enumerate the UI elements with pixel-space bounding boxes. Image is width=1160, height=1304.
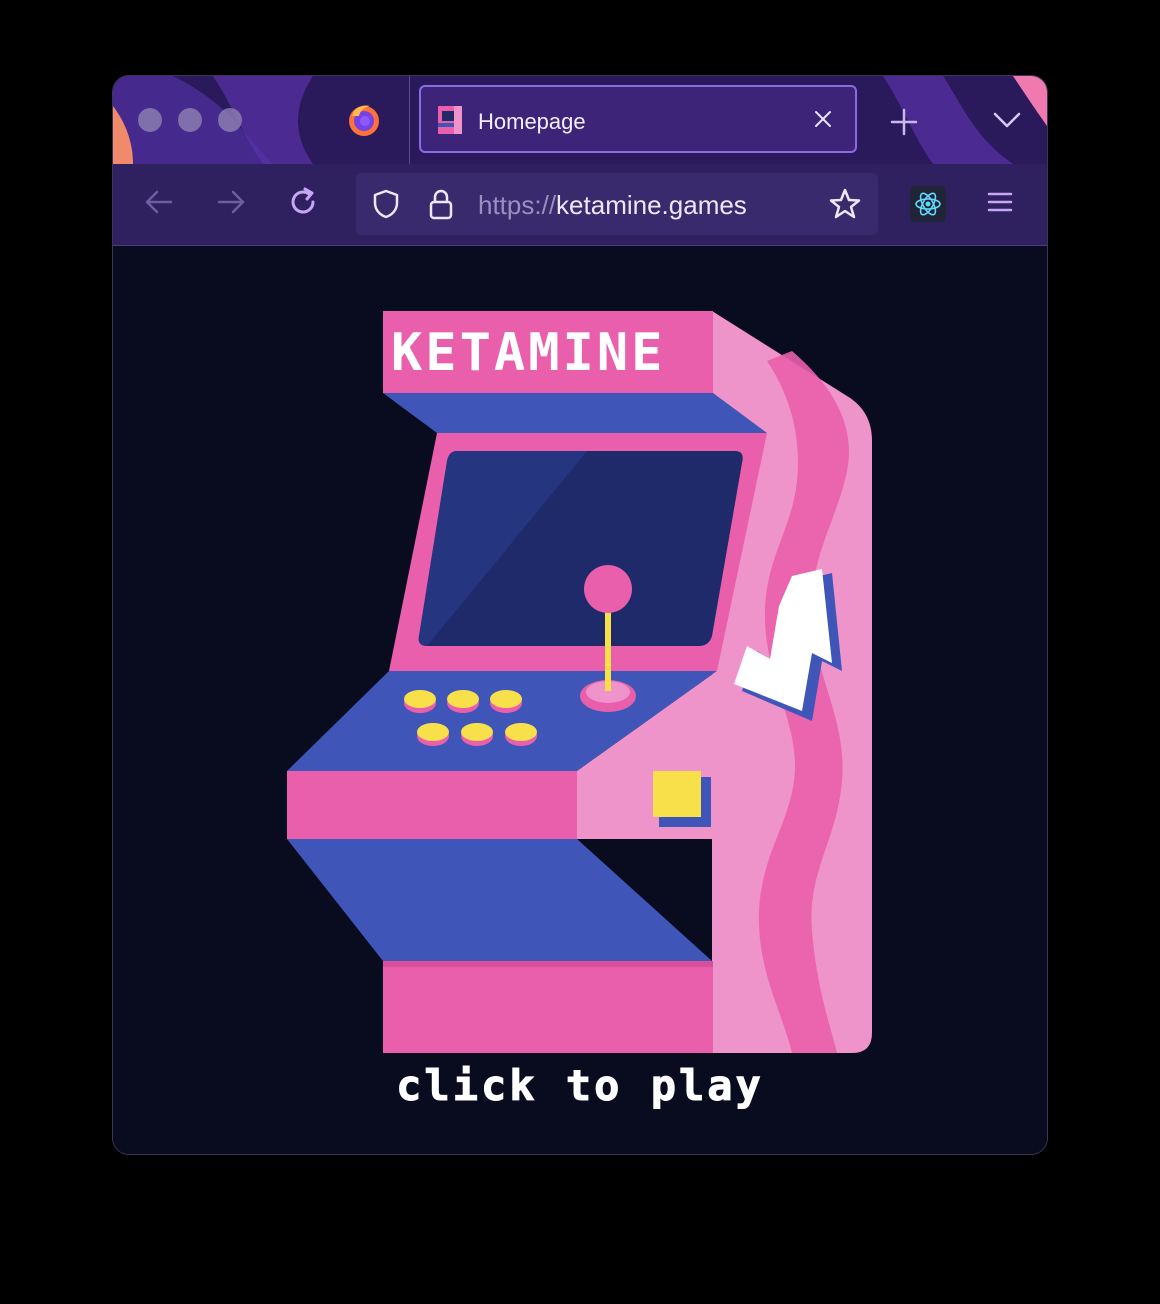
url-bar[interactable]: https://ketamine.games — [356, 173, 878, 235]
coin-slot — [653, 771, 701, 817]
url-scheme: https:// — [478, 190, 557, 220]
close-icon[interactable] — [811, 107, 835, 131]
arrow-left-icon[interactable] — [141, 184, 177, 220]
lock-icon[interactable] — [426, 187, 456, 221]
maximize-window-button[interactable] — [218, 108, 242, 132]
close-window-button[interactable] — [138, 108, 162, 132]
arrow-right-icon[interactable] — [213, 184, 249, 220]
reload-icon[interactable] — [285, 184, 321, 220]
new-tab-button[interactable] — [886, 104, 922, 140]
arcade-favicon-icon — [438, 106, 462, 134]
minimize-window-button[interactable] — [178, 108, 202, 132]
tab-title: Homepage — [478, 109, 586, 134]
marquee-text: KETAMINE — [391, 323, 665, 383]
react-devtools-extension[interactable] — [910, 186, 946, 222]
url-host: ketamine.games — [556, 190, 747, 220]
tab-bar: Homepage — [113, 76, 1047, 164]
click-to-play-label[interactable]: click to play — [113, 1064, 1047, 1110]
shield-icon[interactable] — [370, 188, 402, 220]
joystick — [584, 565, 632, 613]
page-content: KETAMINE click to play — [113, 246, 1047, 1154]
firefox-icon — [349, 105, 379, 136]
chevron-down-icon[interactable] — [991, 106, 1023, 134]
url-text[interactable]: https://ketamine.games — [478, 190, 747, 221]
star-icon[interactable] — [828, 187, 862, 221]
cta-text: click to play — [396, 1064, 764, 1110]
browser-window: Homepage https://ketamine.games KETAMINE… — [113, 76, 1047, 1154]
react-icon — [915, 192, 941, 216]
tab-separator — [409, 76, 410, 164]
cta-text-graphic: click to play — [396, 1064, 764, 1110]
navigation-bar: https://ketamine.games — [113, 164, 1047, 246]
arcade-cabinet-image[interactable]: KETAMINE — [287, 311, 877, 1056]
tab-homepage[interactable]: Homepage — [419, 85, 857, 153]
hamburger-icon[interactable] — [982, 184, 1018, 220]
